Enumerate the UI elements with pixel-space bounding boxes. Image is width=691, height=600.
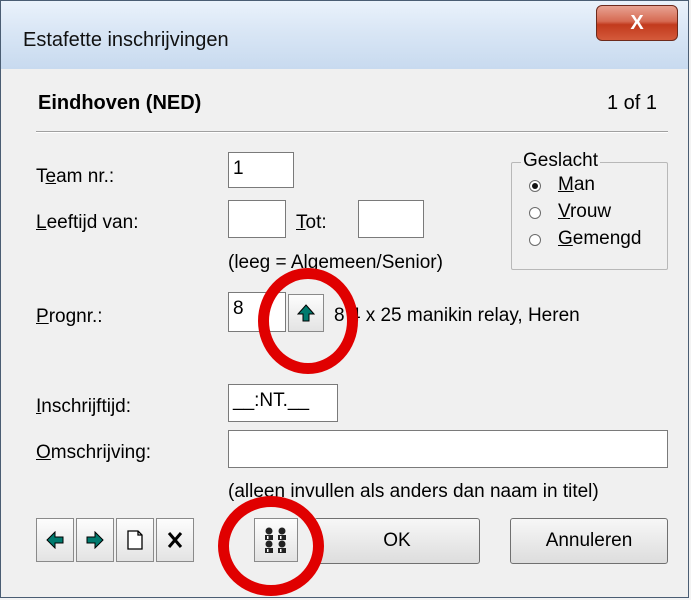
swimmers-button[interactable] [254,518,298,562]
description-input[interactable] [228,430,668,468]
next-record-button[interactable] [76,518,114,562]
entry-time-label: Inschrijftijd: [36,396,132,417]
title-bar: Estafette inschrijvingen X [1,1,688,69]
radio-man-label[interactable]: Man [558,174,595,196]
new-record-button[interactable] [116,518,154,562]
delete-record-button[interactable] [156,518,194,562]
program-label: Prognr.: [36,306,103,327]
arrow-right-icon [86,531,104,549]
cancel-button[interactable]: Annuleren [510,518,668,564]
program-description: 8 4 x 25 manikin relay, Heren [334,305,580,326]
dialog-window: Estafette inschrijvingen X [0,0,689,598]
program-select-button[interactable] [288,294,324,332]
new-document-icon [127,530,143,550]
radio-vrouw[interactable] [529,207,541,219]
age-from-label: Leeftijd van: [36,212,139,233]
age-to-input[interactable] [358,200,424,238]
arrow-up-icon [297,304,315,322]
record-counter: 1 of 1 [607,92,658,114]
club-name: Eindhoven (NED) [38,92,202,114]
team-label: Team nr.: [36,166,115,187]
radio-vrouw-label[interactable]: Vrouw [558,201,611,223]
arrow-left-icon [46,531,64,549]
age-hint: (leeg = Algemeen/Senior) [228,252,443,273]
entry-time-input[interactable]: __:NT.__ [228,384,338,422]
description-label: Omschrijving: [36,442,152,463]
ok-button[interactable]: OK [314,518,480,564]
close-button[interactable]: X [596,5,678,41]
age-to-label: Tot: [296,212,327,233]
close-icon: X [630,11,644,34]
program-number-input[interactable]: 8 [228,292,286,332]
previous-record-button[interactable] [36,518,74,562]
team-number-input[interactable]: 1 [228,152,294,188]
swimmers-icon [265,527,286,553]
header-separator [36,131,668,133]
window-title: Estafette inschrijvingen [23,29,229,51]
radio-gemengd[interactable] [529,234,541,246]
radio-man[interactable] [529,180,541,192]
delete-x-icon [167,532,183,548]
age-from-input[interactable] [228,200,286,238]
radio-gemengd-label[interactable]: Gemengd [558,228,641,250]
gender-group-title: Geslacht [521,150,600,172]
description-hint: (alleen invullen als anders dan naam in … [228,481,599,502]
